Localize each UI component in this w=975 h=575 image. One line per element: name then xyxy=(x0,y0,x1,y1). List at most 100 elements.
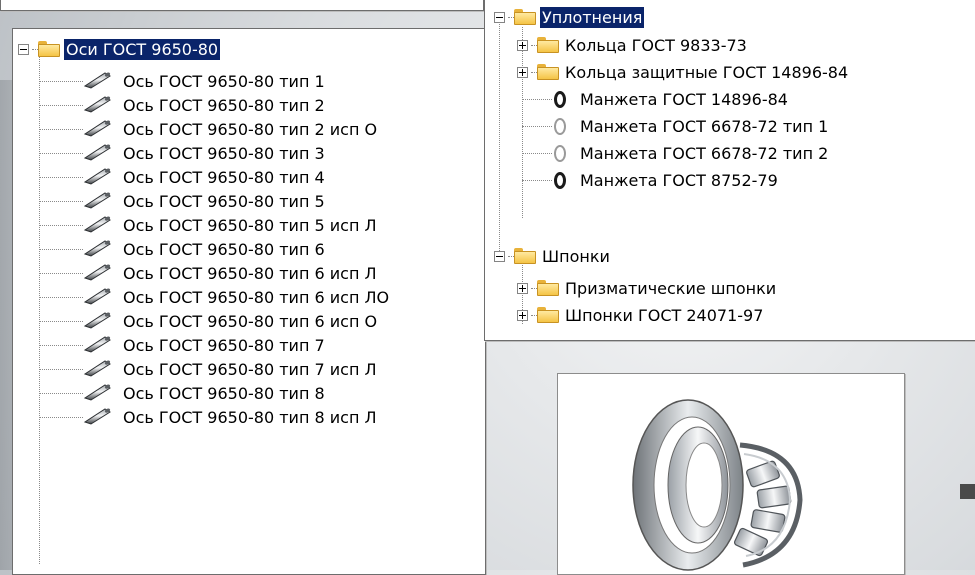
tree-connector xyxy=(39,248,83,250)
tree-item-label[interactable]: Ось ГОСТ 9650-80 тип 2 xyxy=(121,95,327,116)
tree-item-label[interactable]: Кольца защитные ГОСТ 14896-84 xyxy=(563,62,850,83)
folder-icon xyxy=(514,9,536,25)
preview-panel xyxy=(557,373,905,575)
tree-item-label[interactable]: Ось ГОСТ 9650-80 тип 8 xyxy=(121,383,327,404)
axle-pin-icon xyxy=(83,384,113,402)
tree-connector xyxy=(522,179,552,181)
tree-item-axle[interactable]: Ось ГОСТ 9650-80 тип 7 xyxy=(39,333,327,357)
tree-connector xyxy=(522,152,552,154)
tree-item-label[interactable]: Ось ГОСТ 9650-80 тип 1 xyxy=(121,71,327,92)
expand-toggle-icon[interactable] xyxy=(517,66,528,78)
tree-item-axle[interactable]: Ось ГОСТ 9650-80 тип 5 xyxy=(39,189,327,213)
tree-connector xyxy=(39,176,83,178)
tree-item-label[interactable]: Манжета ГОСТ 6678-72 тип 1 xyxy=(578,116,830,137)
dark-ring-icon xyxy=(554,171,566,189)
expand-toggle-icon[interactable] xyxy=(517,282,528,294)
tree-node-key-group[interactable]: Шпонки ГОСТ 24071-97 xyxy=(517,303,765,327)
tree-item-label[interactable]: Ось ГОСТ 9650-80 тип 4 xyxy=(121,167,327,188)
axle-pin-icon xyxy=(83,288,113,306)
tree-connector xyxy=(39,368,83,370)
tree-node-seals[interactable]: Уплотнения xyxy=(494,5,646,29)
tree-item-axle[interactable]: Ось ГОСТ 9650-80 тип 2 исп О xyxy=(39,117,379,141)
tree-item-seal[interactable]: Манжета ГОСТ 14896-84 xyxy=(522,87,790,111)
tree-item-axle[interactable]: Ось ГОСТ 9650-80 тип 6 xyxy=(39,237,327,261)
collapse-toggle-icon[interactable] xyxy=(18,43,29,55)
folder-icon xyxy=(514,248,536,264)
tree-connector xyxy=(39,392,83,394)
tree-connector xyxy=(39,320,83,322)
tree-connector xyxy=(39,104,83,106)
tree-item-seal[interactable]: Манжета ГОСТ 6678-72 тип 1 xyxy=(522,114,830,138)
tree-connector xyxy=(39,200,83,202)
tree-node-axles[interactable]: Оси ГОСТ 9650-80 xyxy=(18,37,222,61)
tree-node-label[interactable]: Оси ГОСТ 9650-80 xyxy=(62,37,222,61)
tree-item-label[interactable]: Ось ГОСТ 9650-80 тип 7 исп Л xyxy=(121,359,379,380)
tree-connector xyxy=(499,22,500,257)
tree-item-label[interactable]: Ось ГОСТ 9650-80 тип 6 исп Л xyxy=(121,263,379,284)
collapse-toggle-icon[interactable] xyxy=(494,11,505,23)
expand-toggle-icon[interactable] xyxy=(517,309,528,321)
tree-item-label[interactable]: Ось ГОСТ 9650-80 тип 2 исп О xyxy=(121,119,379,140)
tree-item-axle[interactable]: Ось ГОСТ 9650-80 тип 6 исп О xyxy=(39,309,379,333)
tree-item-axle[interactable]: Ось ГОСТ 9650-80 тип 3 xyxy=(39,141,327,165)
tree-item-axle[interactable]: Ось ГОСТ 9650-80 тип 7 исп Л xyxy=(39,357,379,381)
tree-item-axle[interactable]: Ось ГОСТ 9650-80 тип 8 исп Л xyxy=(39,405,379,429)
tree-node-seal-group[interactable]: Кольца ГОСТ 9833-73 xyxy=(517,33,749,57)
collapse-toggle-icon[interactable] xyxy=(494,250,505,262)
tree-item-axle[interactable]: Ось ГОСТ 9650-80 тип 6 исп Л xyxy=(39,261,379,285)
tree-item-label[interactable]: Шпонки ГОСТ 24071-97 xyxy=(563,305,765,326)
light-ring-icon xyxy=(554,117,566,135)
tree-item-axle[interactable]: Ось ГОСТ 9650-80 тип 8 xyxy=(39,381,327,405)
tree-node-keys[interactable]: Шпонки xyxy=(494,244,612,268)
tree-item-axle[interactable]: Ось ГОСТ 9650-80 тип 5 исп Л xyxy=(39,213,379,237)
seals-keys-tree-panel[interactable]: Уплотнения Кольца ГОСТ 9833-73 Кольца защ… xyxy=(484,0,975,341)
tree-node-label[interactable]: Уплотнения xyxy=(538,5,646,29)
axle-pin-icon xyxy=(83,120,113,138)
axles-tree-panel[interactable]: Оси ГОСТ 9650-80 Ось ГОСТ 9650-80 тип 1 О… xyxy=(12,28,486,575)
tree-item-label[interactable]: Манжета ГОСТ 8752-79 xyxy=(578,170,780,191)
tree-connector xyxy=(522,98,552,100)
folder-icon xyxy=(537,307,559,323)
tree-item-label[interactable]: Кольца ГОСТ 9833-73 xyxy=(563,35,749,56)
tree-connector xyxy=(39,416,83,418)
tree-item-label[interactable]: Ось ГОСТ 9650-80 тип 6 исп ЛО xyxy=(121,287,391,308)
tree-node-label[interactable]: Шпонки xyxy=(540,246,612,267)
axle-pin-icon xyxy=(83,312,113,330)
tree-item-axle[interactable]: Ось ГОСТ 9650-80 тип 2 xyxy=(39,93,327,117)
axle-pin-icon xyxy=(83,192,113,210)
tree-item-label[interactable]: Манжета ГОСТ 14896-84 xyxy=(578,89,790,110)
tree-item-label[interactable]: Ось ГОСТ 9650-80 тип 5 исп Л xyxy=(121,215,379,236)
light-ring-icon xyxy=(554,144,566,162)
tree-item-axle[interactable]: Ось ГОСТ 9650-80 тип 4 xyxy=(39,165,327,189)
tree-item-axle[interactable]: Ось ГОСТ 9650-80 тип 1 xyxy=(39,69,327,93)
folder-icon xyxy=(537,64,559,80)
tree-item-axle[interactable]: Ось ГОСТ 9650-80 тип 6 исп ЛО xyxy=(39,285,391,309)
tree-item-seal[interactable]: Манжета ГОСТ 6678-72 тип 2 xyxy=(522,141,830,165)
tree-item-label[interactable]: Ось ГОСТ 9650-80 тип 6 исп О xyxy=(121,311,379,332)
tree-item-label[interactable]: Ось ГОСТ 9650-80 тип 3 xyxy=(121,143,327,164)
tree-connector xyxy=(39,224,83,226)
tree-connector xyxy=(39,80,83,82)
expand-toggle-icon[interactable] xyxy=(517,39,528,51)
axle-pin-icon xyxy=(83,96,113,114)
tree-connector xyxy=(522,125,552,127)
tree-item-label[interactable]: Призматические шпонки xyxy=(563,278,778,299)
tree-item-seal[interactable]: Манжета ГОСТ 8752-79 xyxy=(522,168,780,192)
tree-item-label[interactable]: Ось ГОСТ 9650-80 тип 6 xyxy=(121,239,327,260)
axle-pin-icon xyxy=(83,360,113,378)
tree-node-key-group[interactable]: Призматические шпонки xyxy=(517,276,778,300)
tree-connector xyxy=(39,344,83,346)
roller-bearing-image xyxy=(632,399,803,571)
tree-connector xyxy=(39,152,83,154)
tree-item-label[interactable]: Манжета ГОСТ 6678-72 тип 2 xyxy=(578,143,830,164)
upper-tree-panel-edge xyxy=(0,0,484,11)
folder-icon xyxy=(38,41,60,57)
axle-pin-icon xyxy=(83,168,113,186)
tree-item-label[interactable]: Ось ГОСТ 9650-80 тип 5 xyxy=(121,191,327,212)
tree-item-label[interactable]: Ось ГОСТ 9650-80 тип 8 исп Л xyxy=(121,407,379,428)
tree-item-label[interactable]: Ось ГОСТ 9650-80 тип 7 xyxy=(121,335,327,356)
tree-connector xyxy=(39,296,83,298)
axle-pin-icon xyxy=(83,336,113,354)
tree-node-seal-group[interactable]: Кольца защитные ГОСТ 14896-84 xyxy=(517,60,850,84)
tree-connector xyxy=(39,272,83,274)
